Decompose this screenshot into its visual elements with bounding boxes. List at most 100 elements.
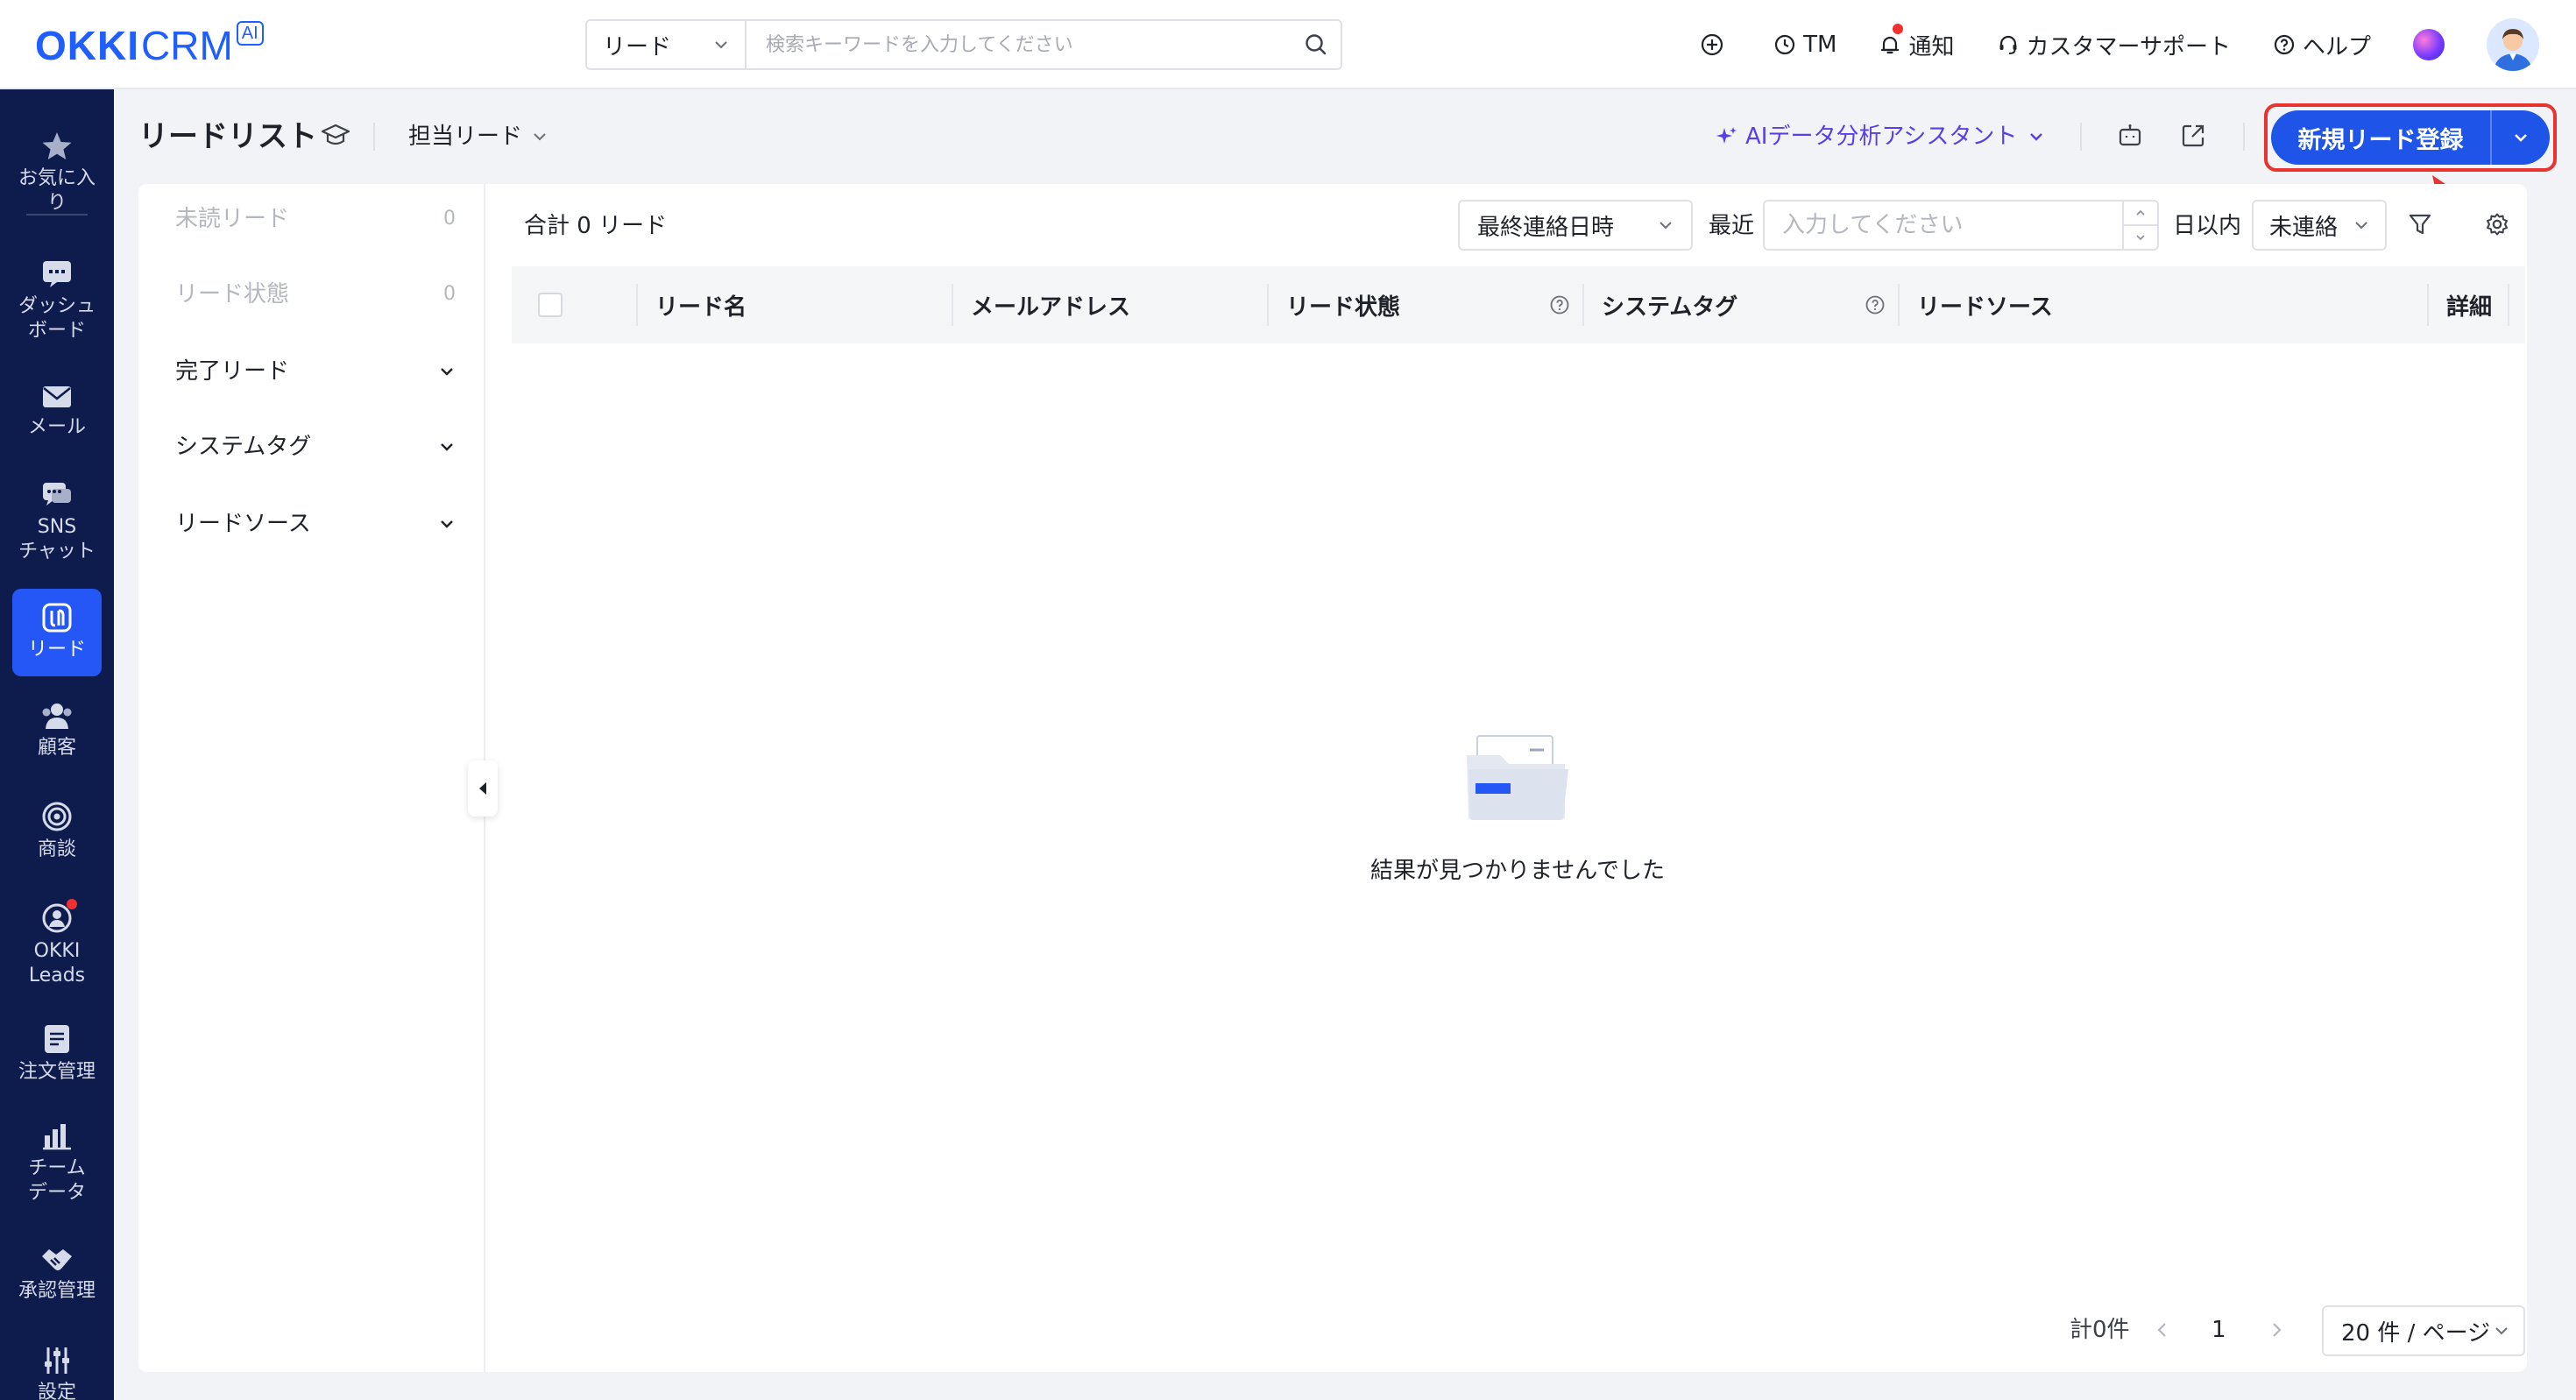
nav-item-mail[interactable]: メール [0,384,114,440]
chevron-left-icon [2157,1323,2166,1337]
chevron-down-icon [438,438,456,456]
ai-analysis-assistant-button[interactable]: AIデータ分析アシスタント [1716,119,2045,154]
column-divider [1267,284,1269,326]
okki-crm-logo[interactable]: OKKI CRM AI [35,21,264,70]
column-divider [636,284,638,326]
column-details[interactable]: 詳細 [2446,266,2492,343]
new-lead-dropdown-button[interactable] [2492,110,2550,165]
column-divider [1898,284,1900,326]
nav-item-dashboard[interactable]: ダッシュ ボード [0,259,114,343]
search-input[interactable] [747,21,1292,68]
robot-icon[interactable] [2117,123,2143,149]
user-avatar[interactable] [2487,18,2539,71]
global-search: リード [585,19,1342,70]
tm-label: TM [1803,32,1837,58]
filter-unread-leads[interactable]: 未読リード 0 [175,203,456,235]
gear-icon[interactable] [2485,212,2509,237]
caret-left-icon [479,782,486,795]
nav-label-settings: 設定 [37,1382,76,1400]
owner-filter-dropdown[interactable]: 担当リード [408,121,548,152]
target-icon [41,801,73,838]
column-system-tag[interactable]: システムタグ [1602,266,1737,343]
stepper-down-button[interactable] [2124,226,2157,249]
customer-support-button[interactable]: カスタマーサポート [1997,29,2231,61]
current-page-number[interactable]: 1 [2212,1314,2226,1346]
select-all-checkbox[interactable] [538,293,563,317]
pagination-total: 計0件 [2070,1317,2130,1343]
chevron-down-icon [2353,217,2369,233]
title-divider [373,123,375,151]
nav-item-team-data[interactable]: チーム データ [0,1121,114,1206]
nav-label-customers: 顧客 [37,737,76,759]
last-contact-field-select[interactable]: 最終連絡日時 [1458,200,1693,251]
nav-item-favorites[interactable]: お気に入 り [0,131,114,216]
filter-count: 0 [443,283,456,305]
nav-label-mail: メール [27,416,86,438]
column-divider [1582,284,1584,326]
contact-status-select[interactable]: 未連絡 [2252,200,2387,251]
question-circle-icon[interactable] [1549,294,1570,315]
days-stepper [2122,202,2157,249]
nav-item-orders[interactable]: 注文管理 [0,1023,114,1085]
column-divider [952,284,953,326]
filter-completed-leads[interactable]: 完了リード [175,356,456,387]
nav-label-team-2: データ [27,1182,86,1204]
export-icon[interactable] [2180,123,2206,149]
nav-label-team-1: チーム [28,1157,86,1179]
filter-panel: 未読リード 0 リード状態 0 完了リード システムタグ リードソース [138,184,485,1372]
notification-button[interactable]: 通知 [1879,23,1955,61]
chevron-down-icon [438,363,456,380]
filter-lead-status[interactable]: リード状態 0 [175,279,456,310]
ai-orb-icon[interactable] [2413,29,2445,60]
page-size-select[interactable]: 20 件 / ページ [2322,1305,2525,1356]
mail-icon [41,384,73,415]
filter-count: 0 [443,208,456,230]
dashboard-icon [41,259,73,294]
filter-system-tag[interactable]: システムタグ [175,431,456,463]
top-right-actions: TM 通知 カスタマーサポート ヘルプ [1700,0,2576,89]
nav-item-okki-leads[interactable]: OKKI Leads [0,902,114,988]
previous-page-button[interactable] [2154,1319,2171,1340]
nav-label-approvals: 承認管理 [18,1280,96,1302]
column-lead-status[interactable]: リード状態 [1286,266,1400,343]
column-divider [2508,284,2509,326]
chevron-down-icon [438,515,456,533]
nav-item-approvals[interactable]: 承認管理 [0,1246,114,1304]
handshake-icon [40,1246,74,1279]
tm-button[interactable]: TM [1773,32,1836,58]
add-button[interactable] [1700,32,1731,57]
chevron-down-icon [713,37,729,53]
logo-product: CRM [141,23,233,68]
logo-brand: OKKI [35,23,139,68]
help-button[interactable]: ヘルプ [2273,29,2371,61]
customer-support-label: カスタマーサポート [2026,33,2231,60]
column-lead-source[interactable]: リードソース [1917,266,2053,343]
nav-item-customers[interactable]: 顧客 [0,701,114,760]
nav-item-sns-chat[interactable]: SNS チャット [0,480,114,564]
nav-item-deals[interactable]: 商談 [0,801,114,862]
search-type-select[interactable]: リード [587,21,747,68]
search-icon[interactable] [1292,21,1341,68]
new-lead-button[interactable]: 新規リード登録 [2271,121,2490,155]
owner-filter-label: 担当リード [408,124,523,150]
nav-item-settings[interactable]: 設定 [0,1346,114,1400]
nav-label-okki-2: Leads [28,965,86,986]
filter-lead-source[interactable]: リードソース [175,508,456,540]
help-label: ヘルプ [2302,33,2371,60]
collapse-panel-button[interactable] [468,760,498,817]
stepper-up-button[interactable] [2124,202,2157,226]
nav-item-leads[interactable]: リード [12,589,102,676]
filter-label: リード状態 [175,281,290,308]
nav-label-lead: リード [27,639,86,661]
graduation-cap-icon[interactable] [321,123,350,149]
filter-funnel-icon[interactable] [2408,212,2432,237]
recent-label: 最近 [1709,213,1755,239]
chevron-down-icon [2017,128,2045,145]
column-email[interactable]: メールアドレス [971,266,1130,343]
days-input[interactable] [1765,202,2122,249]
new-lead-split-button: 新規リード登録 [2271,110,2550,165]
question-circle-icon[interactable] [1865,294,1886,315]
next-page-button[interactable] [2268,1319,2285,1340]
column-lead-name[interactable]: リード名 [655,266,747,343]
left-navigation: お気に入 り ダッシュ ボード メール SNS チャット リード 顧客 商談 O… [0,89,114,1400]
